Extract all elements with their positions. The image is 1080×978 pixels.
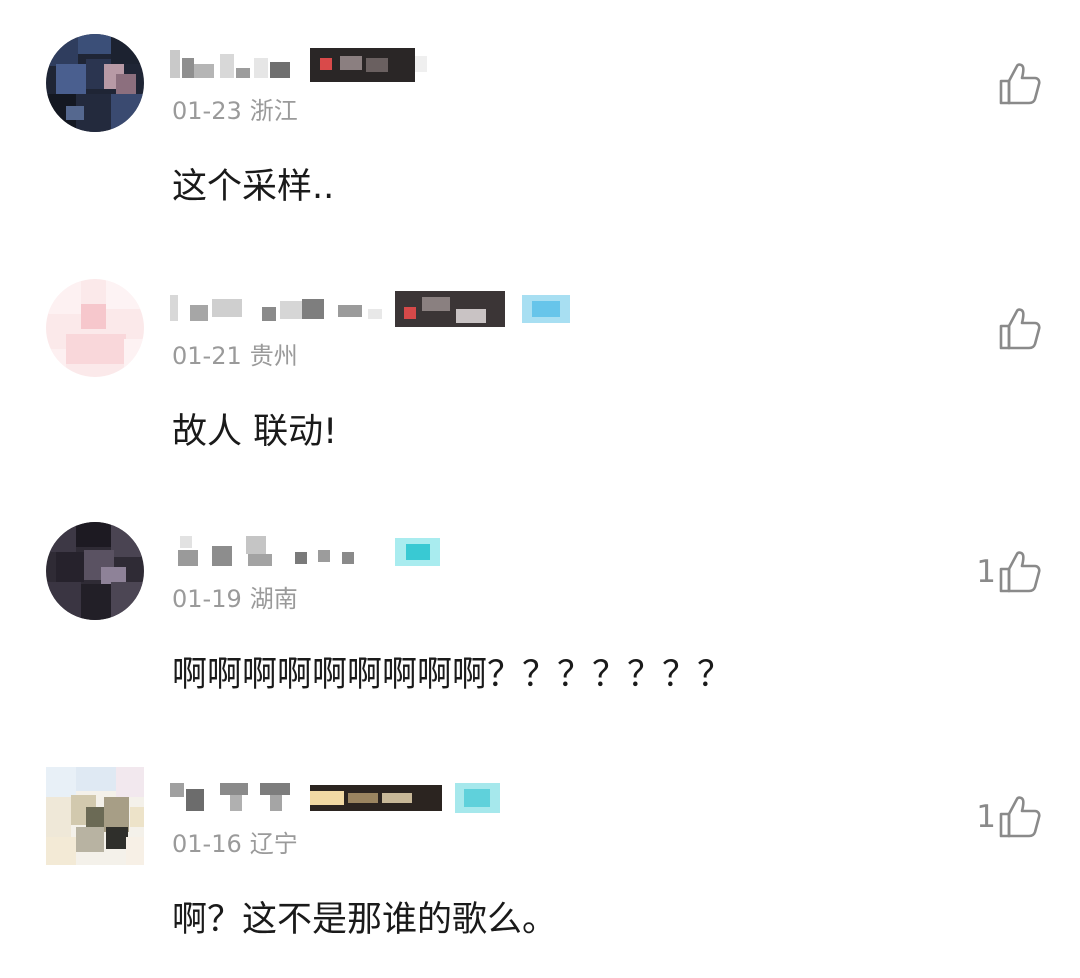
comment-text: 啊？这不是那谁的歌么。 xyxy=(172,900,558,940)
mosaic-name xyxy=(170,291,570,327)
avatar[interactable] xyxy=(46,34,144,132)
username-redacted[interactable] xyxy=(170,44,430,84)
comment-text: 故人 联动! xyxy=(172,412,338,452)
thumbs-up-icon xyxy=(999,308,1041,350)
like-count: 1 xyxy=(976,799,996,835)
comment-text: 这个采样.. xyxy=(172,167,335,207)
comment-location: 湖南 xyxy=(249,585,298,613)
comment-meta: 01-16 辽宁 xyxy=(172,829,298,859)
comment-location: 浙江 xyxy=(249,97,298,125)
comment-date: 01-23 xyxy=(172,97,242,125)
mosaic-name xyxy=(178,536,440,566)
thumbs-up-icon xyxy=(999,551,1041,593)
avatar-image xyxy=(46,34,144,132)
comment-date: 01-16 xyxy=(172,830,242,858)
mosaic-name xyxy=(170,783,500,813)
comment-date: 01-19 xyxy=(172,585,242,613)
mosaic-name xyxy=(170,48,427,82)
thumbs-up-icon xyxy=(999,796,1041,838)
username-redacted[interactable] xyxy=(170,289,580,329)
avatar-image xyxy=(46,279,144,377)
comment-text: 啊啊啊啊啊啊啊啊啊？？？？？？？ xyxy=(172,655,733,695)
comment-item: 01-23 浙江 这个采样.. xyxy=(0,0,1080,245)
like-button[interactable] xyxy=(996,303,1042,355)
like-button[interactable]: 1 xyxy=(976,546,1042,598)
avatar[interactable] xyxy=(46,522,144,620)
avatar-image xyxy=(46,522,144,620)
comment-item: 01-16 辽宁 啊？这不是那谁的歌么。 1 xyxy=(0,733,1080,978)
avatar[interactable] xyxy=(46,767,144,865)
avatar[interactable] xyxy=(46,279,144,377)
comment-meta: 01-19 湖南 xyxy=(172,584,298,614)
comment-location: 辽宁 xyxy=(249,830,298,858)
comment-meta: 01-23 浙江 xyxy=(172,96,298,126)
like-button[interactable]: 1 xyxy=(976,791,1042,843)
like-button[interactable] xyxy=(996,58,1042,110)
comment-date: 01-21 xyxy=(172,342,242,370)
username-redacted[interactable] xyxy=(170,777,505,817)
thumbs-up-icon xyxy=(999,63,1041,105)
username-redacted[interactable] xyxy=(170,532,445,572)
comment-item: 01-19 湖南 啊啊啊啊啊啊啊啊啊？？？？？？？ 1 xyxy=(0,488,1080,733)
like-count: 1 xyxy=(976,554,996,590)
comment-location: 贵州 xyxy=(249,342,298,370)
comment-meta: 01-21 贵州 xyxy=(172,341,298,371)
avatar-image xyxy=(46,767,144,865)
comment-item: 01-21 贵州 故人 联动! xyxy=(0,245,1080,490)
